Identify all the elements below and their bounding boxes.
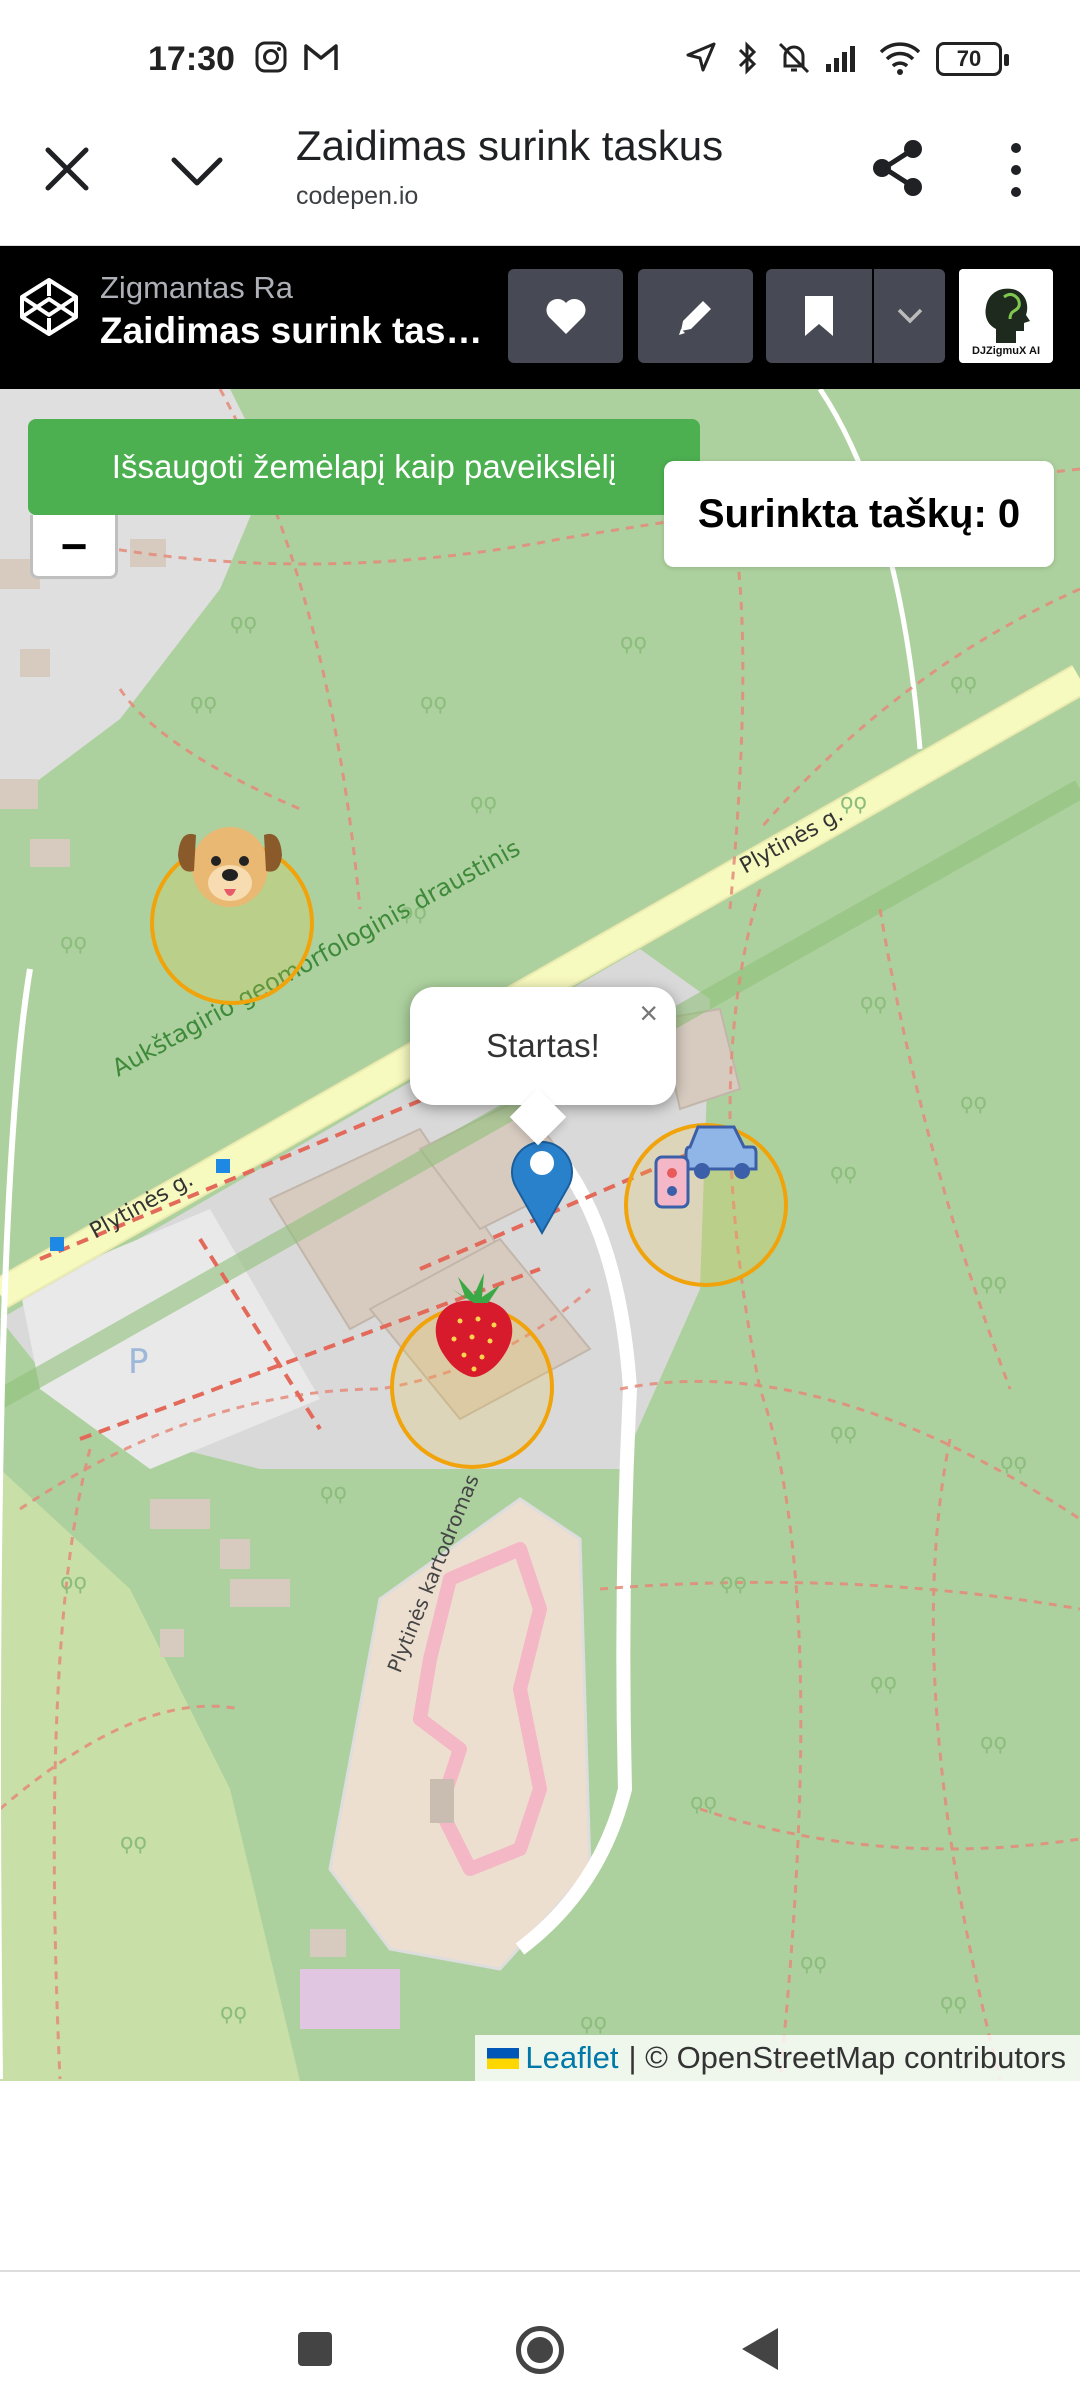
car-icon[interactable] [650, 1117, 760, 1209]
signal-icon [826, 46, 855, 72]
popup-text: Startas! [486, 1027, 600, 1064]
recents-button[interactable] [298, 2332, 332, 2366]
mute-icon [778, 42, 810, 74]
like-button[interactable] [508, 269, 623, 363]
share-icon[interactable] [866, 136, 930, 200]
system-nav-bar [0, 2272, 1080, 2400]
codepen-header: Zigmantas Ra Zaidimas surink taskus DJZi… [0, 246, 1080, 389]
pen-author[interactable]: Zigmantas Ra [100, 270, 293, 306]
more-vert-icon[interactable] [1000, 140, 1032, 200]
page-title: Zaidimas surink taskus [296, 122, 724, 169]
pencil-icon [678, 301, 711, 335]
pen-title: Zaidimas surink taskus [100, 310, 492, 351]
bluetooth-icon [738, 41, 757, 75]
heart-icon [545, 298, 586, 334]
popup-close-button[interactable]: × [639, 995, 658, 1032]
leaflet-link[interactable]: Leaflet [525, 2040, 618, 2076]
battery-icon: 70 [936, 42, 1009, 76]
start-marker-icon[interactable] [506, 1127, 578, 1237]
attribution-text: | © OpenStreetMap contributors [628, 2040, 1066, 2075]
ukraine-flag-icon [487, 2047, 520, 2069]
back-button[interactable] [742, 2328, 778, 2370]
bookmark-button[interactable] [766, 269, 872, 363]
home-button[interactable] [516, 2326, 564, 2374]
avatar-label: DJZigmuX AI [971, 345, 1041, 357]
zoom-out-button[interactable]: − [30, 515, 118, 579]
chevron-down-icon [897, 308, 922, 324]
wifi-icon [879, 42, 921, 75]
page-domain: codepen.io [296, 182, 419, 210]
bookmark-menu-button[interactable] [874, 269, 945, 363]
dog-icon[interactable] [172, 811, 288, 917]
instagram-icon [255, 41, 287, 73]
save-map-image-button[interactable]: Išsaugoti žemėlapį kaip paveikslėlį [28, 419, 700, 515]
strawberry-icon[interactable] [422, 1269, 526, 1381]
codepen-logo-icon[interactable] [18, 276, 80, 338]
location-icon [686, 42, 716, 72]
head-silhouette-icon [985, 288, 1030, 343]
avatar[interactable]: DJZigmuX AI [959, 269, 1053, 363]
close-icon[interactable] [38, 140, 96, 198]
gmail-icon [304, 44, 338, 70]
status-bar: 17:30 70 [0, 0, 1080, 120]
start-popup: Startas! × [410, 987, 676, 1146]
browser-toolbar: Zaidimas surink taskus codepen.io [0, 120, 1080, 246]
score-display: Surinkta taškų: 0 [664, 461, 1054, 567]
chevron-down-icon[interactable] [168, 142, 226, 200]
bookmark-icon [805, 296, 833, 336]
clock: 17:30 [148, 40, 235, 78]
edit-button[interactable] [638, 269, 753, 363]
leaflet-map[interactable]: P ϙϙ ϙϙ ϙϙ ϙϙ ϙϙ ϙϙ ϙϙ ϙϙ ϙϙ ϙϙ ϙϙ ϙϙ ϙϙ ϙϙ ϙϙ ϙϙ ϙ… [0, 389, 1080, 2081]
map-attribution: Leaflet | © OpenStreetMap contributors [475, 2035, 1080, 2081]
